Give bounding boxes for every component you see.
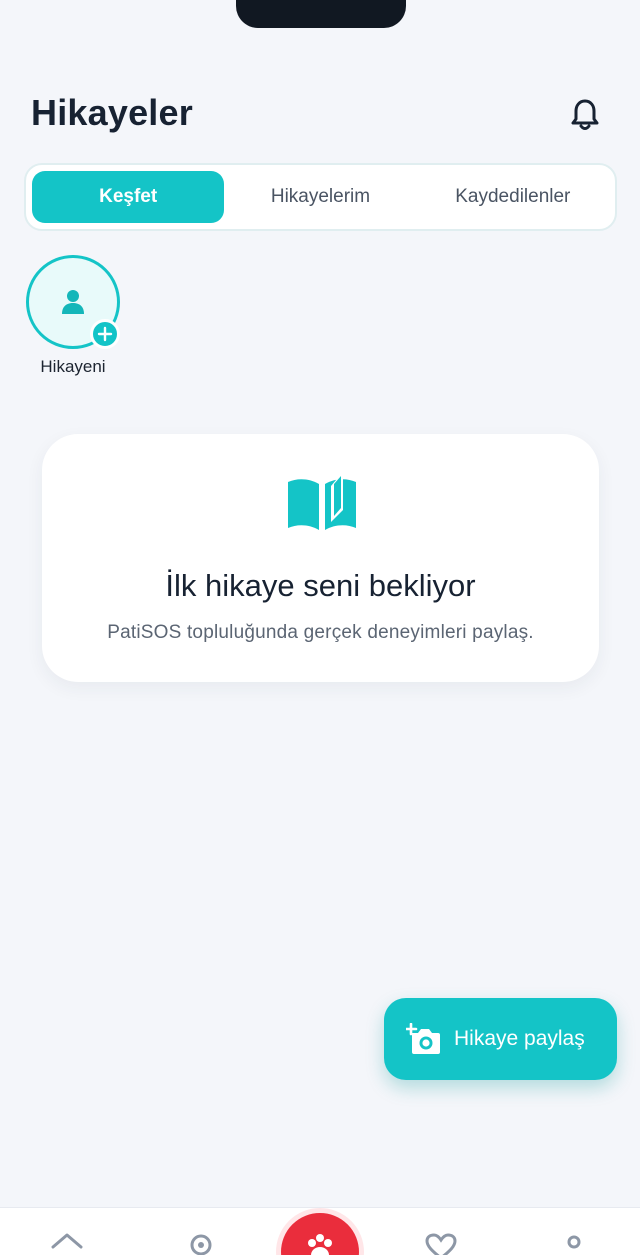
share-story-button[interactable]: Hikaye paylaş bbox=[384, 998, 617, 1080]
tab-kesfet[interactable]: Keşfet bbox=[32, 171, 225, 223]
story-tabs: Keşfet Hikayelerim Kaydedilenler bbox=[24, 163, 617, 231]
plus-icon bbox=[90, 319, 120, 349]
stories-screen: Hikayeler Keşfet Hikayelerim Kaydedilenl… bbox=[0, 0, 640, 1255]
share-story-label: Hikaye paylaş bbox=[454, 1027, 585, 1050]
bell-icon bbox=[571, 99, 599, 130]
empty-state-card: İlk hikaye seni bekliyor PatiSOS toplulu… bbox=[42, 434, 599, 682]
user-icon bbox=[62, 290, 84, 314]
location-pin-icon[interactable] bbox=[188, 1232, 214, 1255]
profile-icon[interactable] bbox=[564, 1232, 584, 1255]
home-icon[interactable] bbox=[50, 1232, 84, 1255]
empty-state-subtitle: PatiSOS topluluğunda gerçek deneyimleri … bbox=[107, 622, 534, 643]
add-story-button[interactable]: Hikayeni bbox=[26, 255, 122, 380]
add-story-label: Hikayeni bbox=[40, 357, 106, 376]
device-notch bbox=[236, 0, 406, 28]
empty-state-title: İlk hikaye seni bekliyor bbox=[165, 568, 476, 603]
open-book-icon bbox=[288, 474, 356, 530]
add-camera-icon bbox=[406, 1023, 440, 1054]
notifications-button[interactable] bbox=[568, 97, 602, 133]
tab-kaydedilenler[interactable]: Kaydedilenler bbox=[417, 171, 609, 223]
paw-icon bbox=[308, 1234, 332, 1255]
page-title: Hikayeler bbox=[31, 92, 193, 133]
heart-icon[interactable] bbox=[424, 1232, 458, 1255]
tab-hikayelerim[interactable]: Hikayelerim bbox=[224, 171, 416, 223]
